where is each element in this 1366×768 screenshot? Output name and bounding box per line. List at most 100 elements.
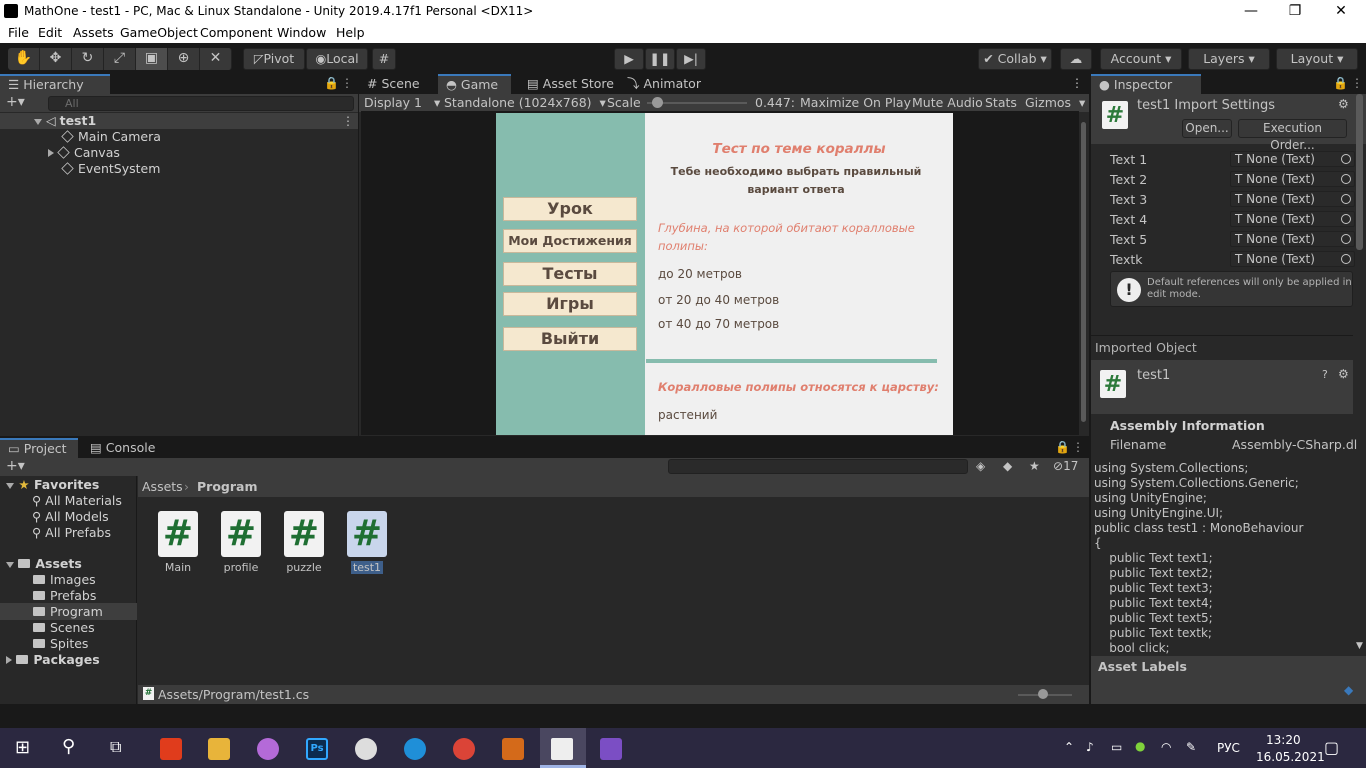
script-file-icon[interactable]: #	[284, 511, 324, 557]
lock-icon[interactable]: 🔒	[1055, 440, 1070, 454]
help-icon[interactable]: ?	[1322, 368, 1328, 381]
hierarchy-search-input[interactable]: All	[48, 96, 354, 111]
assets-node[interactable]: Assets	[6, 556, 82, 571]
clock-time[interactable]: 13:20	[1266, 733, 1301, 747]
file-explorer-icon[interactable]	[208, 738, 230, 760]
settings-gear-icon[interactable]: ⚙	[1338, 367, 1349, 381]
add-icon[interactable]: +▾	[6, 94, 25, 110]
tests-button[interactable]: Тесты	[503, 262, 637, 286]
folder-program[interactable]: Program	[33, 604, 103, 619]
search-icon[interactable]: ⚲	[62, 736, 75, 757]
layers-dropdown[interactable]: Layers ▾	[1188, 48, 1270, 70]
scene-menu-icon[interactable]: ⋮	[342, 114, 354, 128]
text3-object-field[interactable]: T None (Text)	[1230, 191, 1355, 207]
answer-option[interactable]: растений	[658, 408, 717, 422]
packages-node[interactable]: Packages	[6, 652, 100, 667]
menu-edit[interactable]: Edit	[38, 25, 62, 40]
settings-gear-icon[interactable]: ⚙	[1338, 97, 1349, 111]
menu-window[interactable]: Window	[277, 25, 326, 40]
filter-type-icon[interactable]: ◈	[976, 459, 985, 473]
icon-size-slider-thumb[interactable]	[1038, 689, 1048, 699]
cloud-button[interactable]: ☁	[1060, 48, 1092, 70]
menu-component[interactable]: Component	[200, 25, 273, 40]
account-dropdown[interactable]: Account ▾	[1100, 48, 1182, 70]
tab-animator[interactable]: ⤵ Animator	[619, 74, 709, 94]
display-dropdown[interactable]: Display 1 ▾	[364, 95, 440, 110]
label-tag-icon[interactable]: ◆	[1344, 683, 1353, 697]
object-picker-icon[interactable]	[1341, 154, 1351, 164]
restore-button[interactable]: ❐	[1272, 0, 1318, 23]
add-icon[interactable]: +▾	[6, 458, 25, 474]
tab-project[interactable]: ▭ Project	[0, 438, 78, 458]
kebab-menu-icon[interactable]: ⋮	[1071, 76, 1083, 90]
edge-icon[interactable]	[404, 738, 426, 760]
expand-arrow-icon[interactable]	[34, 119, 42, 125]
hierarchy-item-main-camera[interactable]: Main Camera	[61, 129, 161, 144]
games-button[interactable]: Игры	[503, 292, 637, 316]
mute-audio-toggle[interactable]: Mute Audio	[912, 95, 983, 110]
menu-gameobject[interactable]: GameObject	[120, 25, 198, 40]
visual-studio-icon[interactable]	[600, 738, 622, 760]
text1-object-field[interactable]: T None (Text)	[1230, 151, 1355, 167]
matlab-icon[interactable]	[502, 738, 524, 760]
stats-toggle[interactable]: Stats	[985, 95, 1017, 110]
tab-scene[interactable]: # Scene	[359, 74, 428, 94]
script-file-icon[interactable]: #	[221, 511, 261, 557]
folder-scenes[interactable]: Scenes	[33, 620, 95, 635]
filter-label-icon[interactable]: ◆	[1003, 459, 1012, 473]
pivot-toggle[interactable]: ◸Pivot	[243, 48, 305, 70]
lock-icon[interactable]: 🔒	[1333, 76, 1348, 90]
object-picker-icon[interactable]	[1341, 194, 1351, 204]
hierarchy-item-canvas[interactable]: Canvas	[48, 145, 120, 160]
step-button[interactable]: ▶|	[676, 48, 706, 70]
answer-option[interactable]: от 40 до 70 метров	[658, 317, 779, 331]
project-search-input[interactable]	[668, 459, 968, 474]
textk-object-field[interactable]: T None (Text)	[1230, 251, 1355, 267]
lesson-button[interactable]: Урок	[503, 197, 637, 221]
text4-object-field[interactable]: T None (Text)	[1230, 211, 1355, 227]
lock-icon[interactable]: 🔒	[324, 76, 339, 90]
achievements-button[interactable]: Мои Достижения	[503, 229, 637, 253]
text2-object-field[interactable]: T None (Text)	[1230, 171, 1355, 187]
expand-arrow-icon[interactable]	[48, 149, 54, 157]
exit-button[interactable]: Выйти	[503, 327, 637, 351]
tab-asset-store[interactable]: ▤ Asset Store	[519, 74, 622, 94]
fav-all-prefabs[interactable]: ⚲ All Prefabs	[32, 525, 111, 540]
kebab-menu-icon[interactable]: ⋮	[341, 76, 353, 90]
execution-order-button[interactable]: Execution Order...	[1238, 119, 1347, 152]
folder-images[interactable]: Images	[33, 572, 96, 587]
collab-dropdown[interactable]: ✔ Collab ▾	[978, 48, 1052, 70]
scene-item[interactable]: ◁ test1	[34, 113, 96, 128]
chat-app-icon[interactable]	[355, 738, 377, 760]
paint-icon[interactable]	[257, 738, 279, 760]
game-scrollbar[interactable]	[1081, 122, 1086, 422]
scroll-down-icon[interactable]: ▼	[1356, 641, 1363, 651]
favorites-node[interactable]: ★ Favorites	[6, 477, 99, 492]
pause-button[interactable]: ❚❚	[645, 48, 675, 70]
office-icon[interactable]	[160, 738, 182, 760]
unity-icon[interactable]	[551, 738, 573, 760]
language-indicator[interactable]: РУС	[1217, 741, 1240, 755]
task-view-icon[interactable]: ⧉	[110, 737, 121, 757]
object-picker-icon[interactable]	[1341, 214, 1351, 224]
tab-console[interactable]: ▤ Console	[82, 438, 163, 458]
tab-game[interactable]: ◓ Game	[438, 74, 511, 94]
windows-start-icon[interactable]: ⊞	[15, 737, 30, 758]
chevron-up-icon[interactable]: ⌃	[1064, 740, 1074, 754]
layout-dropdown[interactable]: Layout ▾	[1276, 48, 1358, 70]
chrome-icon[interactable]	[453, 738, 475, 760]
play-button[interactable]: ▶	[614, 48, 644, 70]
volume-icon[interactable]: ♪	[1086, 740, 1094, 754]
hidden-packages-toggle[interactable]: ⊘17	[1053, 459, 1078, 473]
fav-all-models[interactable]: ⚲ All Models	[32, 509, 109, 524]
snap-grid-button[interactable]: #	[372, 48, 396, 70]
pen-icon[interactable]: ✎	[1186, 740, 1196, 754]
script-file-icon[interactable]: #	[158, 511, 198, 557]
scale-slider-thumb[interactable]	[652, 97, 663, 108]
clock-date[interactable]: 16.05.2021	[1256, 750, 1325, 764]
custom-tool-icon[interactable]: ✕	[200, 48, 232, 70]
network-icon[interactable]: ◠	[1161, 740, 1171, 754]
scale-tool-icon[interactable]: ⤢	[104, 48, 136, 70]
expand-arrow-icon[interactable]	[6, 483, 14, 489]
expand-arrow-icon[interactable]	[6, 562, 14, 568]
